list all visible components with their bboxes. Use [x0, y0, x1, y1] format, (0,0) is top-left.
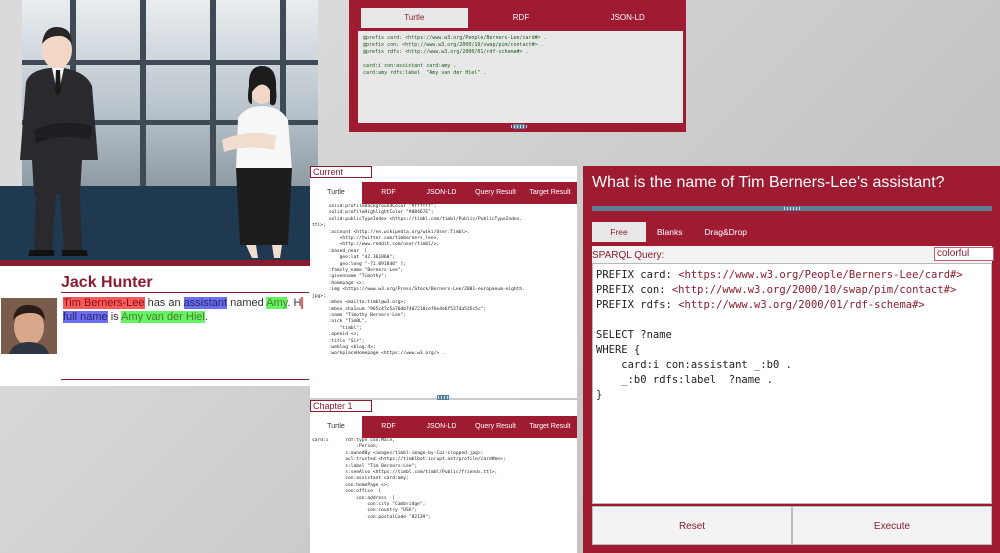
sparql-label: SPARQL Query:: [592, 250, 665, 261]
entity-object-2[interactable]: Amy van der Hiel: [121, 311, 205, 323]
tab-target-result[interactable]: Target Result: [523, 416, 577, 438]
tab-turtle[interactable]: Turtle: [310, 416, 362, 438]
businessman-figure: [20, 26, 98, 256]
chapter-code: card:i rdf:type con:Male, :Person; s:own…: [310, 438, 577, 553]
query-buttons: Reset Execute: [592, 506, 992, 545]
query-line: WHERE {: [596, 344, 641, 356]
tab-blanks[interactable]: Blanks: [646, 222, 694, 242]
tab-json-ld[interactable]: JSON-LD: [574, 8, 681, 28]
format-tabs: Turtle RDF JSON-LD: [361, 8, 681, 28]
avatar: [1, 298, 57, 354]
query-line: PREFIX con: <http://www.w3.org/2000/10/s…: [596, 284, 957, 296]
businesswoman-figure: [222, 66, 292, 258]
resize-handle[interactable]: [511, 124, 527, 129]
scene-illustration: [0, 0, 318, 260]
sentence-text: Tim Berners-Lee has an assistant named A…: [63, 297, 304, 323]
code-line: :workplaceHomepage <https://www.w3.org/>…: [312, 351, 445, 357]
question-title: What is the name of Tim Berners-Lee's as…: [592, 174, 945, 191]
divider: [61, 379, 309, 380]
entity-subject[interactable]: Tim Berners-Lee: [63, 297, 145, 309]
mode-tabs: Free Blanks Drag&Drop: [592, 222, 992, 242]
current-panel: Current Turtle RDF JSON-LD Query Result …: [310, 166, 577, 400]
tab-json-ld[interactable]: JSON-LD: [415, 182, 468, 204]
tab-rdf[interactable]: RDF: [362, 182, 415, 204]
tab-free[interactable]: Free: [592, 222, 646, 242]
query-line: PREFIX rdfs: <http://www.w3.org/2000/01/…: [596, 299, 925, 311]
turtle-code: @prefix card: <https://www.w3.org/People…: [358, 31, 683, 123]
current-tabs: Turtle RDF JSON-LD Query Result Target R…: [310, 182, 577, 204]
query-line: [596, 313, 988, 328]
chapter-panel: Chapter 1 Turtle RDF JSON-LD Query Resul…: [310, 400, 577, 553]
reset-button[interactable]: Reset: [592, 506, 792, 545]
entity-object[interactable]: Amy: [266, 297, 288, 309]
character-name: Jack Hunter: [61, 274, 153, 291]
entity-predicate-2[interactable]: full name: [63, 311, 108, 323]
query-line: _:b0 rdfs:label ?name .: [596, 374, 774, 386]
tab-query-result[interactable]: Query Result: [468, 416, 523, 438]
chapter-label: Chapter 1: [310, 400, 372, 412]
tab-turtle[interactable]: Turtle: [310, 182, 362, 204]
query-line: }: [596, 389, 603, 401]
rdf-panel: Turtle RDF JSON-LD @prefix card: <https:…: [349, 0, 686, 132]
tab-target-result[interactable]: Target Result: [523, 182, 577, 204]
code-line: con:postalCode "02139";: [312, 514, 431, 520]
tab-turtle[interactable]: Turtle: [361, 8, 468, 28]
current-code: solid:profileBackgroundColor "#ffffff"; …: [310, 204, 577, 394]
question-panel: What is the name of Tim Berners-Lee's as…: [583, 166, 1000, 553]
entity-predicate[interactable]: assistant: [183, 297, 228, 309]
style-select[interactable]: colorful: [934, 247, 994, 261]
tab-rdf[interactable]: RDF: [468, 8, 575, 28]
tab-query-result[interactable]: Query Result: [468, 182, 523, 204]
query-line: PREFIX card: <https://www.w3.org/People/…: [596, 269, 963, 281]
current-label: Current: [310, 166, 372, 178]
character-card: Jack Hunter Tim Berners-Lee has an assis…: [0, 260, 310, 386]
tab-json-ld[interactable]: JSON-LD: [415, 416, 468, 438]
tab-rdf[interactable]: RDF: [362, 416, 415, 438]
divider: [61, 292, 309, 293]
resize-handle[interactable]: [592, 206, 992, 211]
query-line: card:i con:assistant _:b0 .: [596, 359, 792, 371]
chapter-tabs: Turtle RDF JSON-LD Query Result Target R…: [310, 416, 577, 438]
execute-button[interactable]: Execute: [792, 506, 992, 545]
query-line: SELECT ?name: [596, 329, 672, 341]
tab-drag-drop[interactable]: Drag&Drop: [694, 222, 759, 242]
sparql-editor[interactable]: PREFIX card: <https://www.w3.org/People/…: [592, 263, 992, 504]
